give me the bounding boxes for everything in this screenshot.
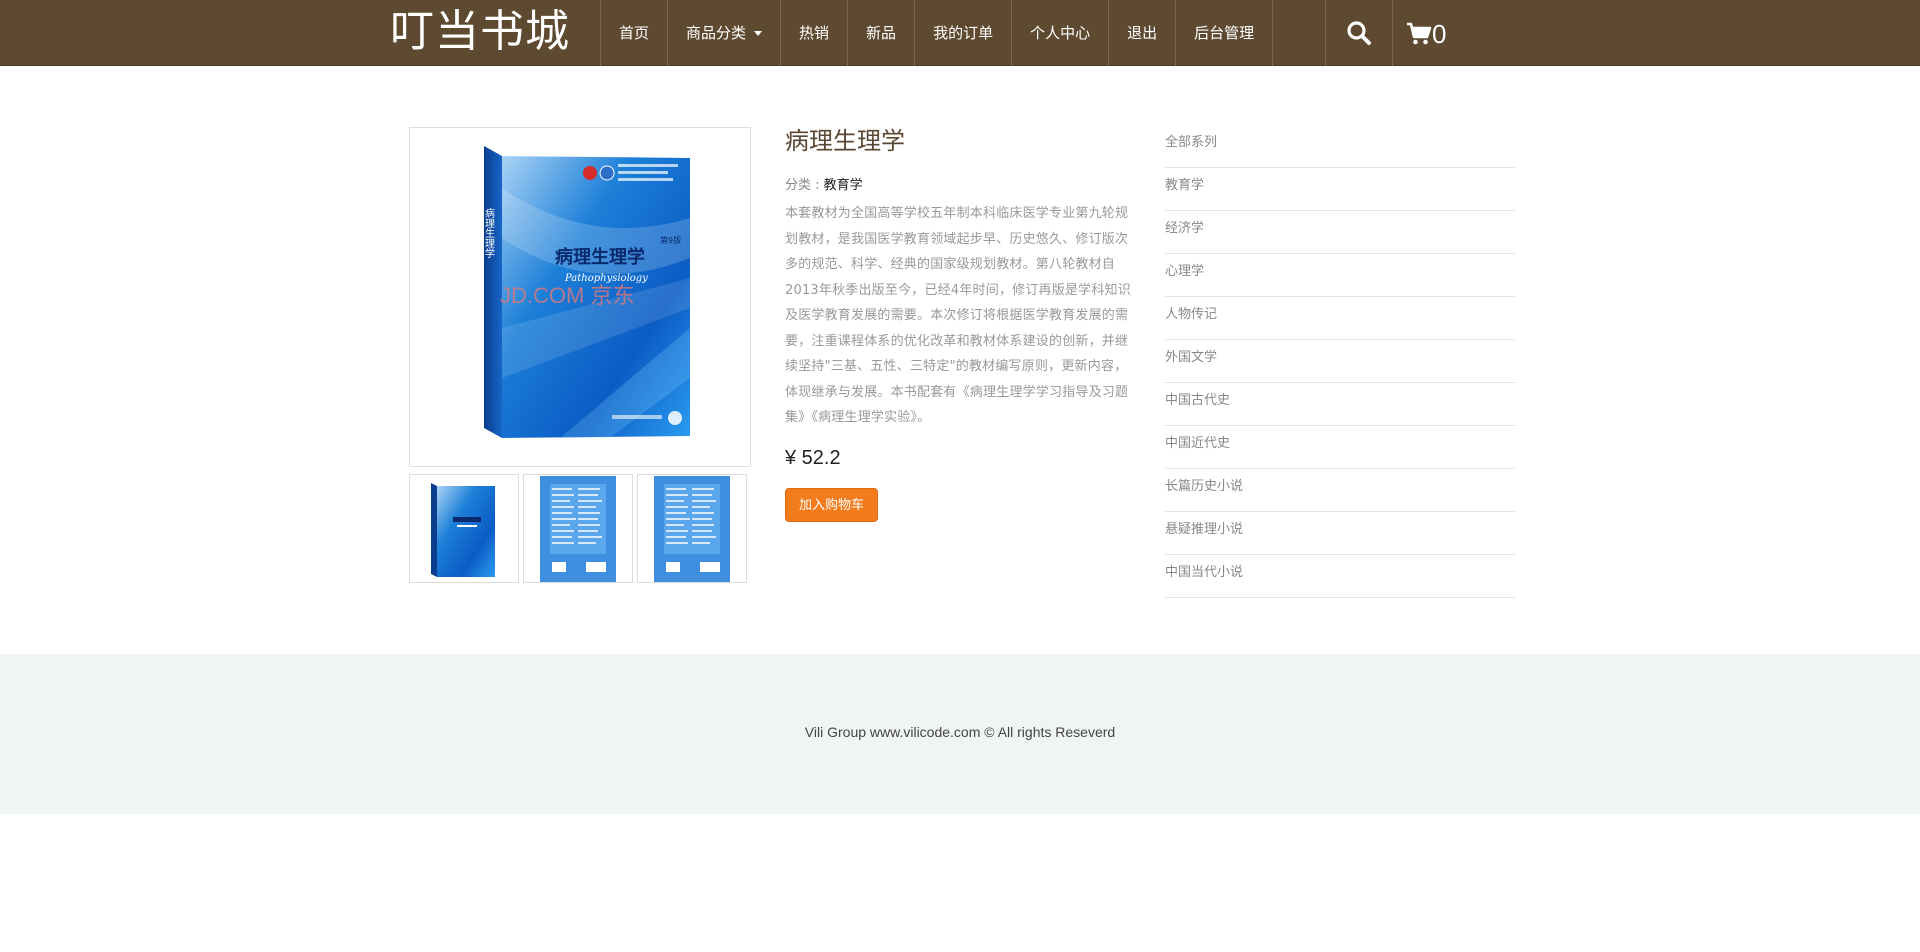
nav-new[interactable]: 新品 <box>847 0 914 66</box>
sidebar-item-economics[interactable]: 经济学 <box>1165 211 1515 254</box>
sidebar-item-modern-history[interactable]: 中国近代史 <box>1165 426 1515 469</box>
cart-icon <box>1407 22 1432 45</box>
nav-home[interactable]: 首页 <box>600 0 667 66</box>
cover-title: 病理生理学 <box>555 246 645 268</box>
product-description: 本套教材为全国高等学校五年制本科临床医学专业第九轮规划教材，是我国医学教育领域起… <box>785 206 1131 425</box>
nav-categories-label: 商品分类 <box>686 24 747 42</box>
main-nav: 首页 商品分类 热销 新品 我的订单 个人中心 退出 后台管理 <box>600 0 1274 66</box>
sidebar-item-foreign-literature[interactable]: 外国文学 <box>1165 340 1515 383</box>
thumbnail-back-cover-image <box>540 475 616 582</box>
nav-logout-label: 退出 <box>1127 24 1158 42</box>
cover-edition: 第9版 <box>660 235 681 245</box>
caret-down-icon <box>754 31 763 36</box>
nav-logout[interactable]: 退出 <box>1108 0 1175 66</box>
product-info: 病理生理学 分类 : 教育学 本套教材为全国高等学校五年制本科临床医学专业第九轮… <box>785 125 1135 522</box>
thumbnail-3[interactable] <box>637 474 747 583</box>
svg-text:病理生理学: 病理生理学 <box>483 207 495 258</box>
top-navbar: 叮当书城 首页 商品分类 热销 新品 我的订单 个人中心 退出 后台管理 0 <box>0 0 1920 66</box>
category-label: 分类 : <box>785 178 824 193</box>
sidebar-item-all[interactable]: 全部系列 <box>1165 125 1515 168</box>
footer-copyright: Vili Group www.vilicode.com © All rights… <box>804 724 1116 740</box>
thumbnail-back-cover-image-alt <box>654 475 730 582</box>
product-title: 病理生理学 <box>785 127 905 155</box>
thumbnail-cover-image <box>431 482 495 577</box>
sidebar-item-psychology[interactable]: 心理学 <box>1165 254 1515 297</box>
book-cover-image: 病理生理学 Pathophysiology 第9版 JD.COM 京东 病理生理… <box>483 146 690 438</box>
nav-admin[interactable]: 后台管理 <box>1175 0 1274 66</box>
nav-hot[interactable]: 热销 <box>780 0 847 66</box>
site-logo[interactable]: 叮当书城 <box>390 4 570 60</box>
thumbnail-2[interactable] <box>523 474 633 583</box>
cart-count: 0 <box>1432 18 1447 49</box>
add-to-cart-button[interactable]: 加入购物车 <box>785 487 879 522</box>
category-value[interactable]: 教育学 <box>824 178 863 193</box>
category-sidebar: 全部系列 教育学 经济学 心理学 人物传记 外国文学 中国古代史 中国近代史 长… <box>1165 125 1515 598</box>
product-category: 分类 : 教育学 <box>785 177 1135 195</box>
nav-orders-label: 我的订单 <box>933 24 994 42</box>
search-icon <box>1347 21 1371 45</box>
cover-watermark: JD.COM 京东 <box>500 283 634 308</box>
nav-home-label: 首页 <box>619 24 650 42</box>
thumbnail-1[interactable] <box>409 474 519 583</box>
search-button[interactable] <box>1325 0 1393 66</box>
product-price: ¥ 52.2 <box>785 446 841 469</box>
sidebar-item-mystery-novel[interactable]: 悬疑推理小说 <box>1165 512 1515 555</box>
nav-profile-label: 个人中心 <box>1030 24 1091 42</box>
sidebar-item-education[interactable]: 教育学 <box>1165 168 1515 211</box>
nav-new-label: 新品 <box>866 24 897 42</box>
product-thumbnails <box>409 474 747 583</box>
sidebar-item-biography[interactable]: 人物传记 <box>1165 297 1515 340</box>
nav-orders[interactable]: 我的订单 <box>914 0 1011 66</box>
nav-categories-dropdown[interactable]: 商品分类 <box>667 0 780 66</box>
page-footer: Vili Group www.vilicode.com © All rights… <box>0 654 1920 814</box>
nav-profile[interactable]: 个人中心 <box>1011 0 1108 66</box>
product-main-image: 病理生理学 Pathophysiology 第9版 JD.COM 京东 病理生理… <box>409 127 751 467</box>
nav-hot-label: 热销 <box>799 24 830 42</box>
sidebar-item-ancient-history[interactable]: 中国古代史 <box>1165 383 1515 426</box>
sidebar-item-historical-novel[interactable]: 长篇历史小说 <box>1165 469 1515 512</box>
nav-admin-label: 后台管理 <box>1194 24 1255 42</box>
cart-button[interactable]: 0 <box>1406 16 1446 52</box>
sidebar-item-contemporary-novel[interactable]: 中国当代小说 <box>1165 555 1515 598</box>
